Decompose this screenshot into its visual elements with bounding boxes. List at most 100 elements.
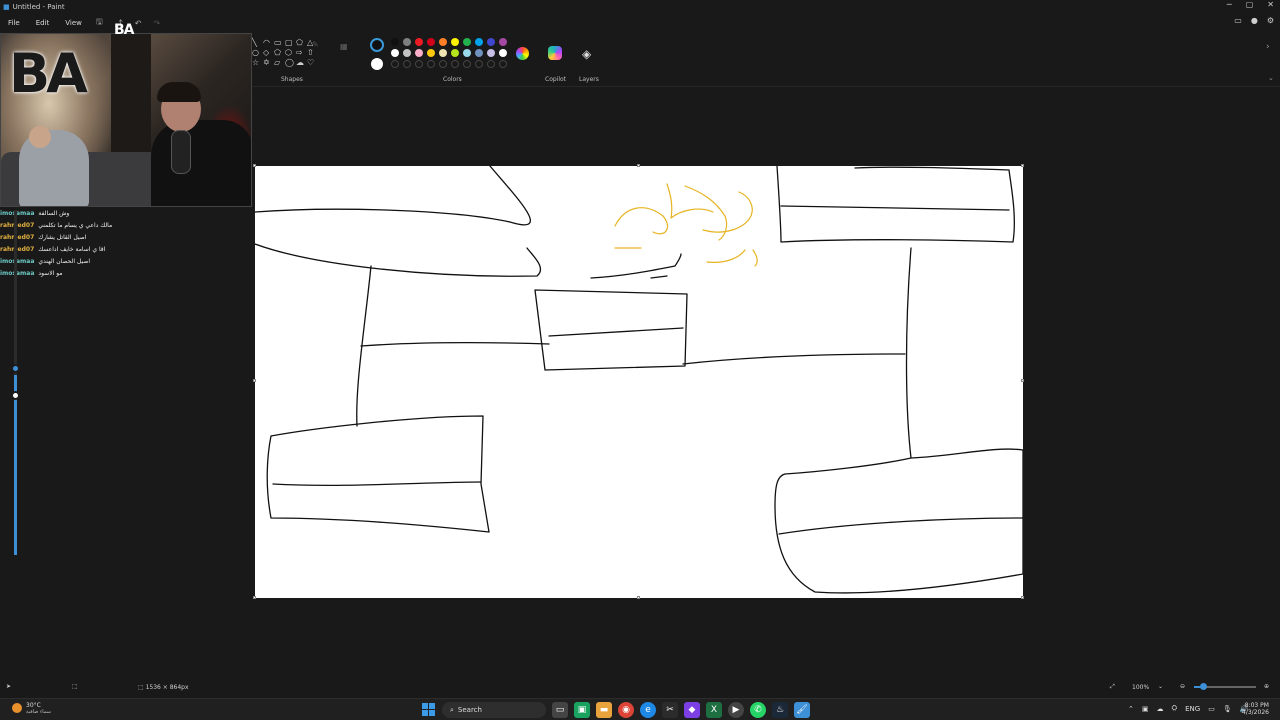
media-player-icon[interactable]: ▶ <box>728 702 744 718</box>
account-icon[interactable]: ● <box>1251 16 1258 25</box>
canvas-resize-handle[interactable] <box>253 596 256 599</box>
whatsapp-icon[interactable]: ✆ <box>750 702 766 718</box>
color-swatch[interactable] <box>427 49 435 57</box>
custom-color-slot[interactable] <box>499 60 507 68</box>
color-swatch[interactable] <box>463 38 471 46</box>
drawing-canvas[interactable] <box>255 166 1023 598</box>
custom-color-slot[interactable] <box>415 60 423 68</box>
zoom-dropdown-icon[interactable]: ⌄ <box>1158 683 1163 690</box>
menu-file[interactable]: File <box>0 19 28 27</box>
shape-star-icon[interactable]: ☆ <box>252 58 263 68</box>
primary-color-swatch[interactable] <box>370 38 384 52</box>
paint-taskbar-icon[interactable]: 🖌 <box>794 702 810 718</box>
outline-icon[interactable]: ✎ <box>312 40 319 49</box>
settings-icon[interactable]: ⚙ <box>1267 16 1274 25</box>
custom-color-slot[interactable] <box>451 60 459 68</box>
shape-pentagon-icon[interactable]: ⬠ <box>274 48 285 58</box>
color-swatch[interactable] <box>499 38 507 46</box>
excel-icon[interactable]: X <box>706 702 722 718</box>
shape-curve-icon[interactable]: ◠ <box>263 38 274 48</box>
brush-size-thumb[interactable] <box>11 364 20 373</box>
color-swatch[interactable] <box>463 49 471 57</box>
zoom-level[interactable]: 100% <box>1132 684 1149 691</box>
chevron-down-icon[interactable]: ⌄ <box>1268 74 1274 82</box>
zoom-out-icon[interactable]: ⊖ <box>1180 683 1185 690</box>
color-swatch[interactable] <box>499 49 507 57</box>
chevron-right-icon[interactable]: › <box>1266 42 1270 52</box>
edge-icon[interactable]: e <box>640 702 656 718</box>
color-swatch[interactable] <box>439 49 447 57</box>
shape-star6-icon[interactable]: ✡ <box>263 58 274 68</box>
brush-size-slider[interactable] <box>14 210 17 555</box>
color-swatch[interactable] <box>391 49 399 57</box>
secondary-color-swatch[interactable] <box>371 58 383 70</box>
color-swatch[interactable] <box>439 38 447 46</box>
shape-line-icon[interactable]: ╲ <box>252 38 263 48</box>
color-swatch[interactable] <box>475 49 483 57</box>
shape-rectangle-icon[interactable]: ▭ <box>274 38 285 48</box>
tray-network-icon[interactable]: ⛭ <box>1172 704 1178 713</box>
capcut-icon[interactable]: ✂ <box>662 702 678 718</box>
shape-callout-icon[interactable]: ▱ <box>274 58 285 68</box>
opacity-thumb[interactable] <box>11 391 20 400</box>
shape-heart-icon[interactable]: ♡ <box>307 58 318 68</box>
weather-widget[interactable]: 30°C سماء صافية <box>12 702 51 716</box>
chrome-icon[interactable]: ◉ <box>618 702 634 718</box>
custom-color-slot[interactable] <box>475 60 483 68</box>
tray-app-icon[interactable]: ▣ <box>1142 705 1149 713</box>
tray-chevron-icon[interactable]: ⌃ <box>1128 705 1134 713</box>
color-swatch[interactable] <box>487 49 495 57</box>
fill-icon[interactable]: ▦ <box>340 42 348 51</box>
shape-hexagon-icon[interactable]: ⬡ <box>285 48 296 58</box>
mic-icon[interactable]: 🎙 <box>1223 705 1232 713</box>
start-icon[interactable] <box>422 703 436 717</box>
app-icon-green[interactable]: ▣ <box>574 702 590 718</box>
color-swatch[interactable] <box>403 38 411 46</box>
close-button[interactable]: ✕ <box>1267 0 1274 9</box>
canvas-resize-handle[interactable] <box>253 164 256 167</box>
canvas-resize-handle[interactable] <box>637 164 640 167</box>
custom-color-slot[interactable] <box>391 60 399 68</box>
save-icon[interactable]: 🖫 <box>90 16 109 30</box>
color-swatch[interactable] <box>451 38 459 46</box>
canvas-resize-handle[interactable] <box>1021 596 1024 599</box>
color-swatch[interactable] <box>403 49 411 57</box>
color-swatch[interactable] <box>475 38 483 46</box>
language-indicator[interactable]: ENG <box>1185 705 1200 713</box>
shape-callout-round-icon[interactable]: ◯ <box>285 58 296 68</box>
maximize-button[interactable]: ▢ <box>1246 0 1254 9</box>
zoom-in-icon[interactable]: ⊕ <box>1264 683 1269 690</box>
color-swatch[interactable] <box>451 49 459 57</box>
zoom-slider-thumb[interactable] <box>1200 683 1207 690</box>
color-swatch[interactable] <box>415 49 423 57</box>
canvas-resize-handle[interactable] <box>253 379 256 382</box>
color-swatch[interactable] <box>427 38 435 46</box>
color-swatch[interactable] <box>391 38 399 46</box>
edit-colors-icon[interactable] <box>516 47 529 60</box>
file-explorer-icon[interactable]: ▬ <box>596 702 612 718</box>
custom-color-slot[interactable] <box>427 60 435 68</box>
layers-icon[interactable]: ◈ <box>582 47 591 61</box>
canvas-resize-handle[interactable] <box>1021 164 1024 167</box>
custom-color-slot[interactable] <box>439 60 447 68</box>
taskbar-search[interactable]: ⌕ Search <box>442 702 546 718</box>
shape-cloud-icon[interactable]: ☁ <box>296 58 307 68</box>
share-icon[interactable]: ▭ <box>1234 16 1242 25</box>
color-swatch[interactable] <box>487 38 495 46</box>
color-swatch[interactable] <box>415 38 423 46</box>
custom-color-slot[interactable] <box>463 60 471 68</box>
canvas-resize-handle[interactable] <box>637 596 640 599</box>
tray-display-icon[interactable]: ▭ <box>1208 705 1215 713</box>
menu-edit[interactable]: Edit <box>28 19 58 27</box>
clock[interactable]: 8:03 PM 4/3/2026 <box>1242 702 1269 716</box>
shape-circle-icon[interactable]: ○ <box>252 48 263 58</box>
redo-icon[interactable]: ↷ <box>147 19 166 28</box>
shape-diamond-icon[interactable]: ◇ <box>263 48 274 58</box>
shape-rounded-rect-icon[interactable]: ▢ <box>285 38 296 48</box>
copilot-icon[interactable] <box>548 46 562 60</box>
canvas-resize-handle[interactable] <box>1021 379 1024 382</box>
minimize-button[interactable]: ─ <box>1227 0 1232 9</box>
tray-onedrive-icon[interactable]: ☁ <box>1157 705 1164 713</box>
menu-view[interactable]: View <box>57 19 90 27</box>
task-view-icon[interactable]: ▭ <box>552 702 568 718</box>
